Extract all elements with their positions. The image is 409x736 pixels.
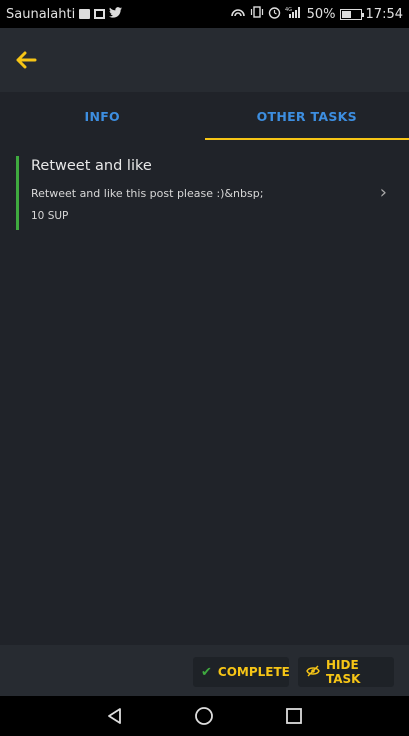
task-title: Retweet and like [31, 158, 152, 174]
complete-label: COMPLETE [217, 665, 290, 679]
triangle-back-icon [107, 708, 121, 724]
calendar-icon [79, 9, 91, 19]
battery-fill [341, 10, 351, 18]
system-nav-bar [0, 696, 409, 736]
nav-home-button[interactable] [189, 701, 219, 731]
arrow-left-icon [16, 51, 37, 69]
circle-home-icon [195, 707, 214, 725]
task-card[interactable]: Retweet and like Retweet and like this p… [16, 156, 395, 230]
app-bar [0, 28, 409, 92]
status-left: Saunalahti [6, 6, 123, 22]
nav-recents-button[interactable] [279, 701, 309, 731]
news-icon [94, 9, 106, 19]
square-recents-icon [286, 708, 303, 724]
twitter-icon [109, 6, 123, 22]
carrier-name: Saunalahti [6, 6, 76, 22]
signal-icon: 4G [285, 6, 303, 22]
tab-other-tasks[interactable]: OTHER TASKS [204, 92, 409, 140]
complete-button[interactable]: ✔ COMPLETE [193, 657, 290, 687]
back-button[interactable] [12, 46, 40, 74]
eye-off-icon [306, 665, 320, 680]
vibrate-icon [250, 6, 264, 22]
task-list: Retweet and like Retweet and like this p… [0, 140, 409, 645]
hide-task-button[interactable]: HIDE TASK [298, 657, 394, 687]
nfc-icon [230, 6, 246, 22]
status-bar: Saunalahti 4G 50% 17:54 [0, 0, 409, 28]
action-bar: ✔ COMPLETE HIDE TASK [0, 645, 409, 696]
check-icon: ✔ [201, 664, 212, 680]
status-right: 4G 50% 17:54 [230, 6, 403, 23]
tab-bar: INFO OTHER TASKS [0, 92, 409, 140]
battery-percent: 50% [306, 6, 336, 22]
hide-task-label: HIDE TASK [326, 658, 361, 686]
nav-back-button[interactable] [100, 701, 130, 731]
clock: 17:54 [365, 6, 403, 22]
svg-text:4G: 4G [285, 7, 292, 13]
alarm-icon [268, 6, 281, 23]
task-description: Retweet and like this post please :)&nbs… [31, 187, 264, 200]
task-reward: 10 SUP [31, 210, 69, 222]
battery-icon [339, 8, 364, 20]
chevron-right-icon: › [379, 182, 387, 203]
tab-info[interactable]: INFO [0, 92, 205, 140]
